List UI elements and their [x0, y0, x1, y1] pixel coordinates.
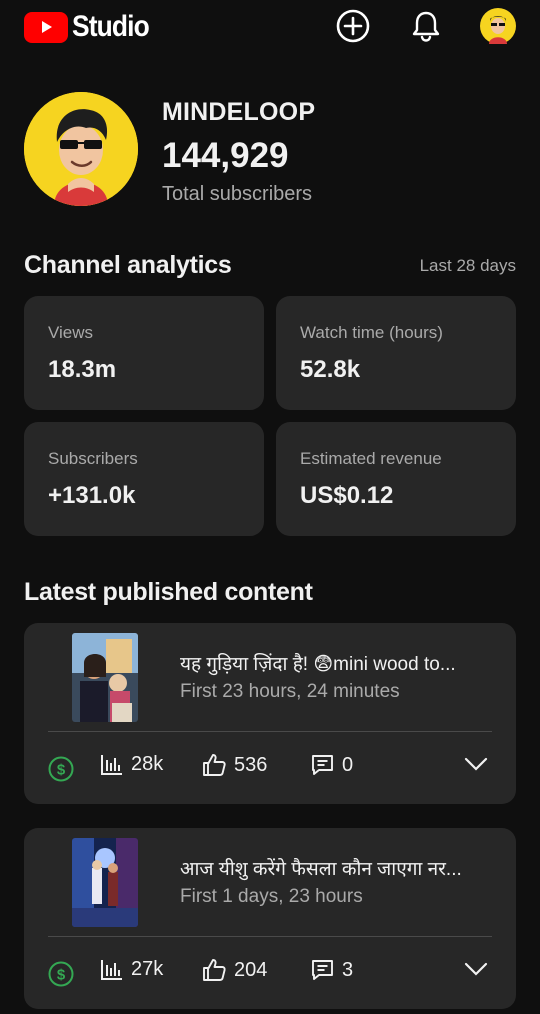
stat-label: Watch time (hours) [300, 323, 443, 342]
chevron-down-icon[interactable] [464, 962, 488, 981]
thumbs-up-icon [203, 959, 226, 981]
stat-value: +131.0k [48, 482, 136, 509]
analytics-period: Last 28 days [419, 256, 516, 275]
channel-avatar[interactable] [24, 92, 138, 206]
comment-icon [312, 755, 333, 775]
subscribers-card[interactable]: Subscribers +131.0k [24, 422, 264, 536]
stat-value: 18.3m [48, 356, 117, 383]
account-avatar[interactable] [480, 8, 516, 44]
likes-metric: 536 [202, 753, 267, 777]
comments-metric: 3 [310, 958, 353, 982]
svg-text:$: $ [57, 967, 66, 984]
comments-count: 3 [342, 958, 354, 981]
stat-value: US$0.12 [300, 482, 394, 509]
stat-label: Views [48, 323, 94, 342]
video-period: First 23 hours, 24 minutes [180, 681, 400, 702]
comments-metric: 0 [310, 753, 353, 777]
subscriber-label: Total subscribers [162, 183, 313, 205]
studio-logo[interactable]: Studio [24, 10, 159, 44]
video-thumbnail[interactable] [72, 838, 138, 927]
stat-value: 52.8k [300, 356, 361, 383]
notifications-icon[interactable] [408, 8, 444, 44]
video-card[interactable]: आज यीशु करेंगे फैसला कौन जाएगा नर... Fir… [24, 828, 516, 1009]
thumbs-up-icon [203, 754, 226, 776]
likes-count: 204 [234, 958, 268, 981]
video-title: यह गुड़िया ज़िंदा है! 😨mini wood to... [180, 654, 456, 675]
channel-name: MINDELOOP [162, 98, 316, 126]
watch-time-card[interactable]: Watch time (hours) 52.8k [276, 296, 516, 410]
comments-count: 0 [342, 753, 354, 776]
views-chart-icon [101, 754, 122, 775]
likes-metric: 204 [202, 958, 267, 982]
video-title: आज यीशु करेंगे फैसला कौन जाएगा नर... [180, 859, 462, 880]
views-count: 28k [131, 753, 164, 775]
views-metric: 27k [100, 958, 163, 981]
monetization-icon: $ [48, 961, 74, 992]
create-icon[interactable] [335, 8, 371, 44]
comment-icon [312, 960, 333, 980]
app-name: Studio [72, 10, 150, 43]
chevron-down-icon[interactable] [464, 757, 488, 776]
video-thumbnail[interactable] [72, 633, 138, 722]
top-bar: Studio [0, 0, 540, 56]
views-chart-icon [101, 959, 122, 980]
divider [48, 936, 492, 937]
revenue-card[interactable]: Estimated revenue US$0.12 [276, 422, 516, 536]
youtube-play-icon [24, 11, 68, 43]
video-card[interactable]: यह गुड़िया ज़िंदा है! 😨mini wood to... F… [24, 623, 516, 804]
analytics-title[interactable]: Channel analytics [24, 251, 232, 280]
views-metric: 28k [100, 753, 163, 776]
stat-label: Subscribers [48, 449, 138, 468]
monetization-icon: $ [48, 756, 74, 787]
views-card[interactable]: Views 18.3m [24, 296, 264, 410]
svg-text:$: $ [57, 762, 66, 779]
subscriber-count: 144,929 [162, 136, 289, 175]
divider [48, 731, 492, 732]
views-count: 27k [131, 958, 164, 980]
stat-label: Estimated revenue [300, 449, 442, 468]
likes-count: 536 [234, 753, 268, 776]
latest-content-title: Latest published content [24, 578, 313, 606]
video-period: First 1 days, 23 hours [180, 886, 363, 907]
